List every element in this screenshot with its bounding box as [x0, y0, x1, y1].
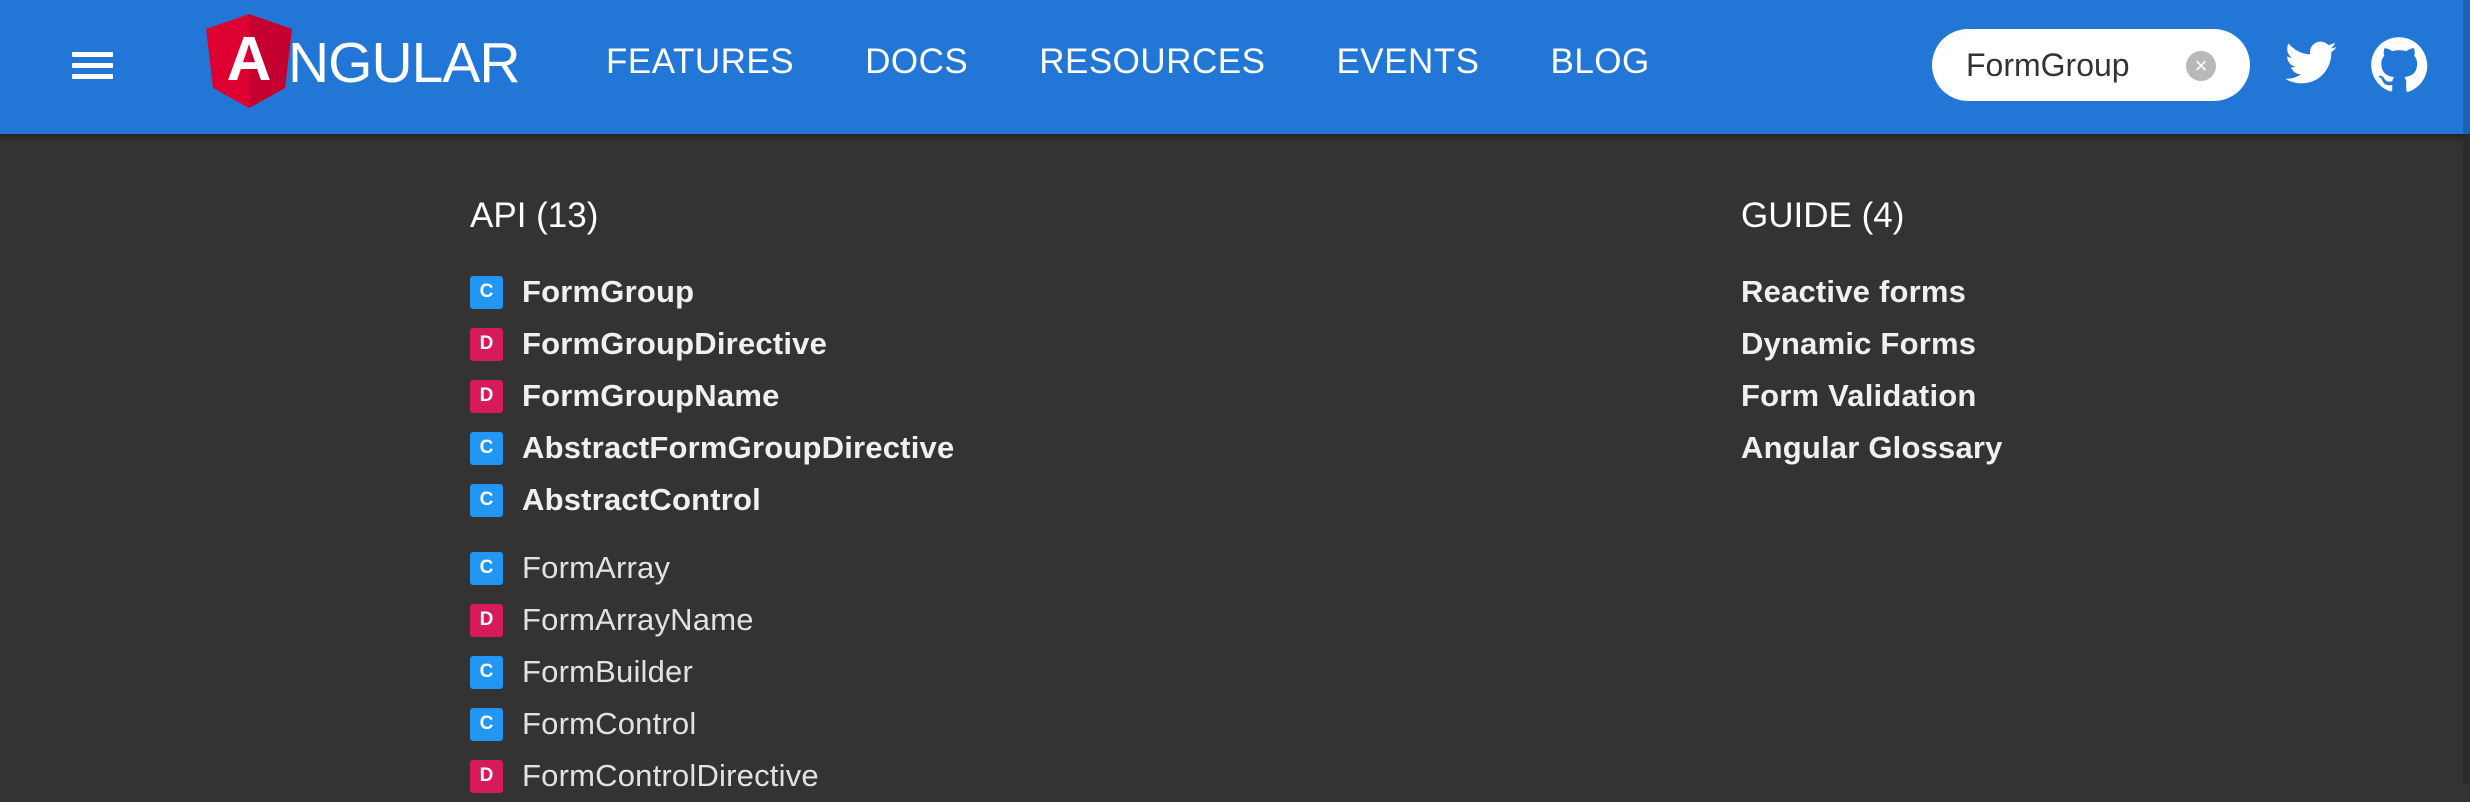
angular-shield-logo: A — [206, 14, 292, 108]
api-result-item[interactable]: C FormControl — [470, 698, 954, 750]
directive-badge-icon: D — [470, 759, 503, 793]
search-results-panel: API (13) C FormGroup D FormGroupDirectiv… — [0, 134, 2470, 793]
page-scrollbar[interactable] — [2463, 0, 2470, 784]
svg-text:A: A — [227, 25, 272, 94]
twitter-icon[interactable] — [2283, 36, 2339, 97]
api-result-label: FormGroup — [522, 274, 695, 309]
api-result-label: FormControlDirective — [522, 758, 819, 793]
scrollbar-thumb[interactable] — [2463, 0, 2470, 134]
guide-result-item[interactable]: Form Validation — [1741, 370, 2003, 422]
class-badge-icon: C — [470, 551, 503, 585]
guide-result-label: Form Validation — [1741, 378, 1977, 413]
api-result-label: AbstractControl — [522, 482, 761, 517]
api-result-label: FormBuilder — [522, 654, 694, 689]
nav-docs[interactable]: DOCS — [865, 38, 968, 86]
guide-result-label: Angular Glossary — [1741, 430, 2003, 465]
top-toolbar: A NGULAR FEATURES DOCS RESOURCES EVENTS … — [0, 0, 2470, 134]
api-result-item[interactable]: C FormArray — [470, 542, 954, 594]
class-badge-icon: C — [470, 483, 503, 517]
github-icon[interactable] — [2370, 36, 2428, 99]
class-badge-icon: C — [470, 707, 503, 741]
hamburger-menu-icon[interactable] — [62, 46, 124, 86]
search-box: × — [1932, 29, 2250, 101]
guide-result-item[interactable]: Reactive forms — [1741, 266, 2003, 318]
nav-resources[interactable]: RESOURCES — [1039, 38, 1265, 86]
nav-features[interactable]: FEATURES — [606, 38, 794, 86]
directive-badge-icon: D — [470, 327, 503, 361]
class-badge-icon: C — [470, 275, 503, 309]
search-input[interactable] — [1966, 46, 2186, 84]
main-nav: FEATURES DOCS RESOURCES EVENTS BLOG — [606, 38, 1721, 86]
class-badge-icon: C — [470, 431, 503, 465]
api-result-label: FormArrayName — [522, 602, 754, 637]
guide-results-column: GUIDE (4) Reactive forms Dynamic Forms F… — [1741, 194, 2003, 474]
api-result-item[interactable]: D FormArrayName — [470, 594, 954, 646]
api-results-title: API (13) — [470, 196, 599, 235]
class-badge-icon: C — [470, 655, 503, 689]
api-result-item[interactable]: C FormBuilder — [470, 646, 954, 698]
clear-circle-icon[interactable]: × — [2186, 51, 2216, 81]
nav-blog[interactable]: BLOG — [1550, 38, 1649, 86]
guide-result-item[interactable]: Dynamic Forms — [1741, 318, 2003, 370]
api-result-item[interactable]: D FormGroupName — [470, 370, 954, 422]
guide-results-title: GUIDE (4) — [1741, 196, 1905, 235]
angular-home-link[interactable]: A NGULAR — [206, 14, 521, 108]
api-result-label: AbstractFormGroupDirective — [522, 430, 955, 465]
guide-result-label: Dynamic Forms — [1741, 326, 1977, 361]
api-results-column: API (13) C FormGroup D FormGroupDirectiv… — [470, 194, 954, 802]
api-result-item[interactable]: C AbstractFormGroupDirective — [470, 422, 954, 474]
guide-result-label: Reactive forms — [1741, 274, 1967, 309]
nav-events[interactable]: EVENTS — [1336, 38, 1479, 86]
api-result-label: FormArray — [522, 550, 671, 585]
api-result-item[interactable]: D FormControlDirective — [470, 750, 954, 802]
api-result-label: FormControl — [522, 706, 697, 741]
api-result-label: FormGroupName — [522, 378, 780, 413]
directive-badge-icon: D — [470, 603, 503, 637]
api-result-item[interactable]: C FormGroup — [470, 266, 954, 318]
api-result-item[interactable]: C AbstractControl — [470, 474, 954, 526]
directive-badge-icon: D — [470, 379, 503, 413]
angular-wordmark: NGULAR — [288, 31, 521, 95]
api-result-label: FormGroupDirective — [522, 326, 828, 361]
api-result-item[interactable]: D FormGroupDirective — [470, 318, 954, 370]
guide-result-item[interactable]: Angular Glossary — [1741, 422, 2003, 474]
